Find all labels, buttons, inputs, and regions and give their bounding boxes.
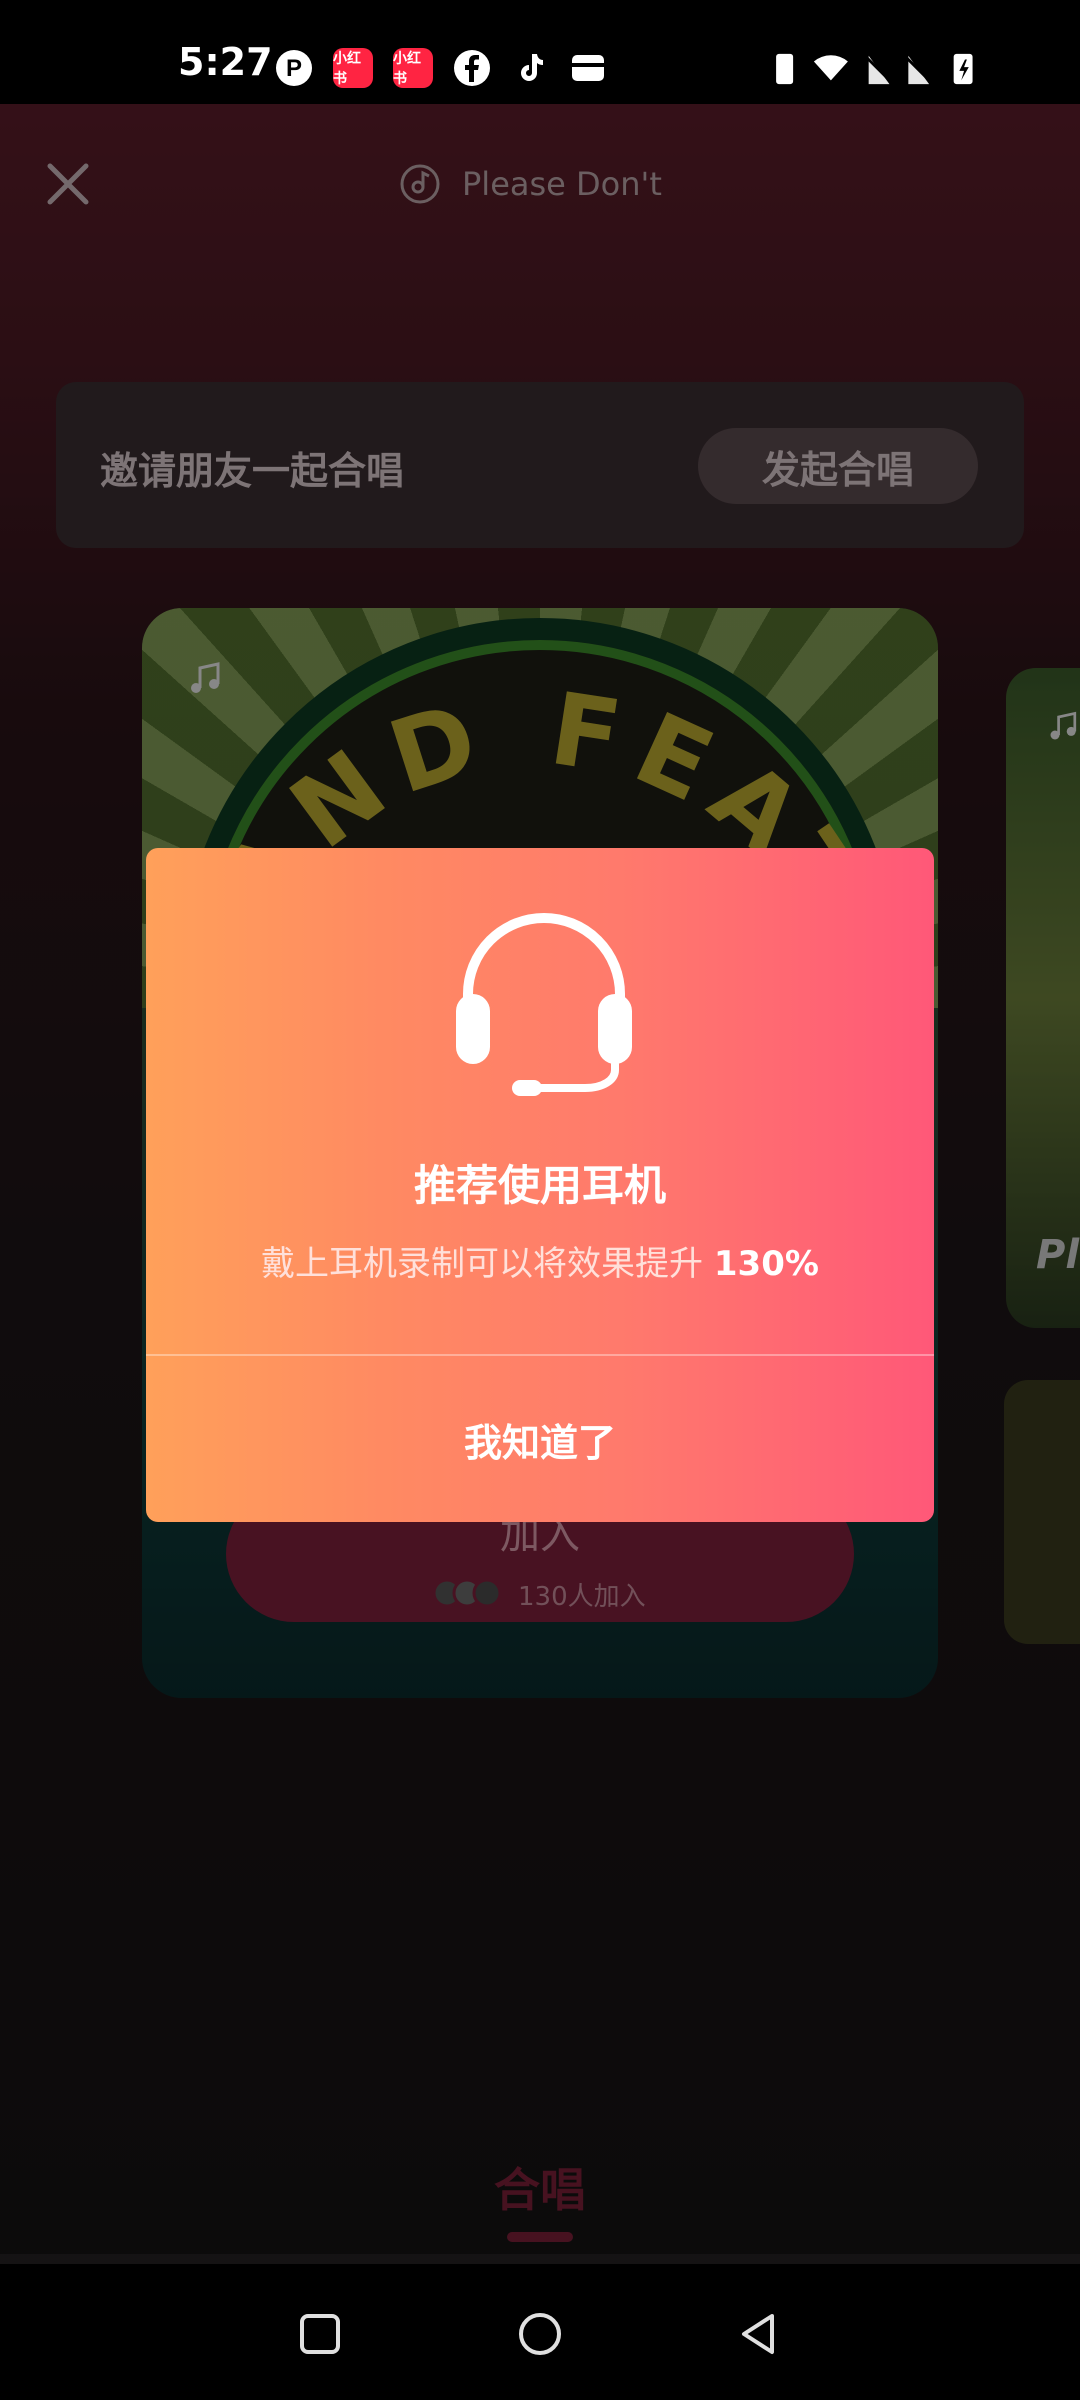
xiaohongshu-icon: 小红书 (393, 48, 433, 88)
wallet-icon (568, 48, 608, 88)
tiktok-icon (510, 48, 550, 88)
recents-button[interactable] (296, 2310, 344, 2358)
headset-icon (456, 913, 632, 1096)
facebook-icon (452, 48, 492, 88)
dialog-title: 推荐使用耳机 (413, 1161, 666, 1210)
status-time: 5:27 (178, 40, 273, 84)
dialog-message: 戴上耳机录制可以将效果提升 130% (261, 1244, 819, 1284)
improvement-value: 130% (713, 1244, 819, 1284)
xiaohongshu-icon: 小红书 (333, 48, 373, 88)
system-status-icons (776, 53, 973, 86)
home-button[interactable] (516, 2310, 564, 2358)
pinterest-icon: P (274, 48, 314, 88)
back-button[interactable] (736, 2310, 784, 2358)
svg-text:P: P (286, 55, 302, 82)
got-it-button[interactable]: 我知道了 (146, 1356, 934, 1522)
